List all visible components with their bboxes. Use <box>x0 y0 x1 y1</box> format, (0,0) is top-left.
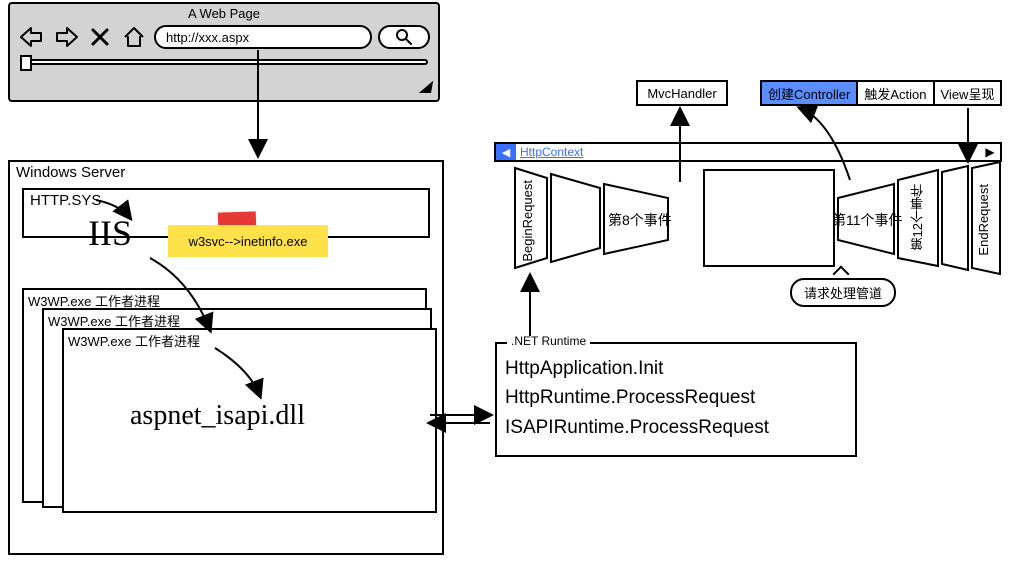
search-box[interactable] <box>378 25 430 49</box>
mvchandler-label: MvcHandler <box>647 86 716 101</box>
end-request-label: EndRequest <box>976 184 991 256</box>
view-render-box: View呈现 <box>935 80 1003 106</box>
event8-label: 第8个事件 <box>608 210 672 230</box>
httpcontext-bar: ◀ HttpContext ▶ <box>494 142 1002 162</box>
controller-action-view-row: 创建Controller 触发Action View呈现 <box>760 80 1002 106</box>
bar-right-icon: ▶ <box>980 145 1000 159</box>
bar-left-icon: ◀ <box>496 144 516 160</box>
browser-window: A Web Page http://xxx.aspx ◢ <box>8 2 440 102</box>
browser-nav: http://xxx.aspx <box>10 21 438 53</box>
forward-icon[interactable] <box>52 25 80 49</box>
back-icon[interactable] <box>18 25 46 49</box>
isapi-label: aspnet_isapi.dll <box>130 400 305 432</box>
create-controller-box: 创建Controller <box>760 80 858 106</box>
url-text: http://xxx.aspx <box>166 30 249 45</box>
sticky-note: w3svc-->inetinfo.exe <box>168 225 328 257</box>
begin-request-label: BeginRequest <box>520 180 535 262</box>
resize-grip-icon: ◢ <box>418 76 434 96</box>
view-render-label: View呈现 <box>941 84 995 103</box>
net-runtime-title: .NET Runtime <box>507 334 590 348</box>
create-controller-label: 创建Controller <box>768 84 850 103</box>
w3wp-label-3: W3WP.exe 工作者进程 <box>64 330 435 351</box>
httpsys-label: HTTP.SYS <box>30 192 101 209</box>
net-runtime-box: .NET Runtime HttpApplication.Init HttpRu… <box>495 342 857 457</box>
stop-icon[interactable] <box>86 25 114 49</box>
event12-label: 第12个事件 <box>908 184 927 250</box>
sticky-text: w3svc-->inetinfo.exe <box>189 234 308 249</box>
scroll-thumb[interactable] <box>20 55 32 71</box>
browser-title: A Web Page <box>10 4 438 21</box>
mvchandler-box: MvcHandler <box>636 80 728 106</box>
event11-label: 第11个事件 <box>832 210 903 230</box>
pipeline-bubble: 请求处理管道 <box>790 278 896 307</box>
browser-scroll-track[interactable] <box>20 59 428 65</box>
home-icon[interactable] <box>120 25 148 49</box>
pipeline-bubble-text: 请求处理管道 <box>804 286 882 301</box>
net-line-1: HttpRuntime.ProcessRequest <box>505 383 847 412</box>
search-icon <box>395 28 413 46</box>
net-runtime-body: HttpApplication.Init HttpRuntime.Process… <box>497 344 855 446</box>
windows-server-title: Windows Server <box>10 162 442 183</box>
url-bar[interactable]: http://xxx.aspx <box>154 25 372 49</box>
net-line-0: HttpApplication.Init <box>505 354 847 383</box>
trigger-action-box: 触发Action <box>858 80 934 106</box>
httpcontext-text: HttpContext <box>516 145 583 159</box>
trigger-action-label: 触发Action <box>864 84 926 103</box>
iis-label: IIS <box>88 212 132 254</box>
net-line-2: ISAPIRuntime.ProcessRequest <box>505 413 847 442</box>
